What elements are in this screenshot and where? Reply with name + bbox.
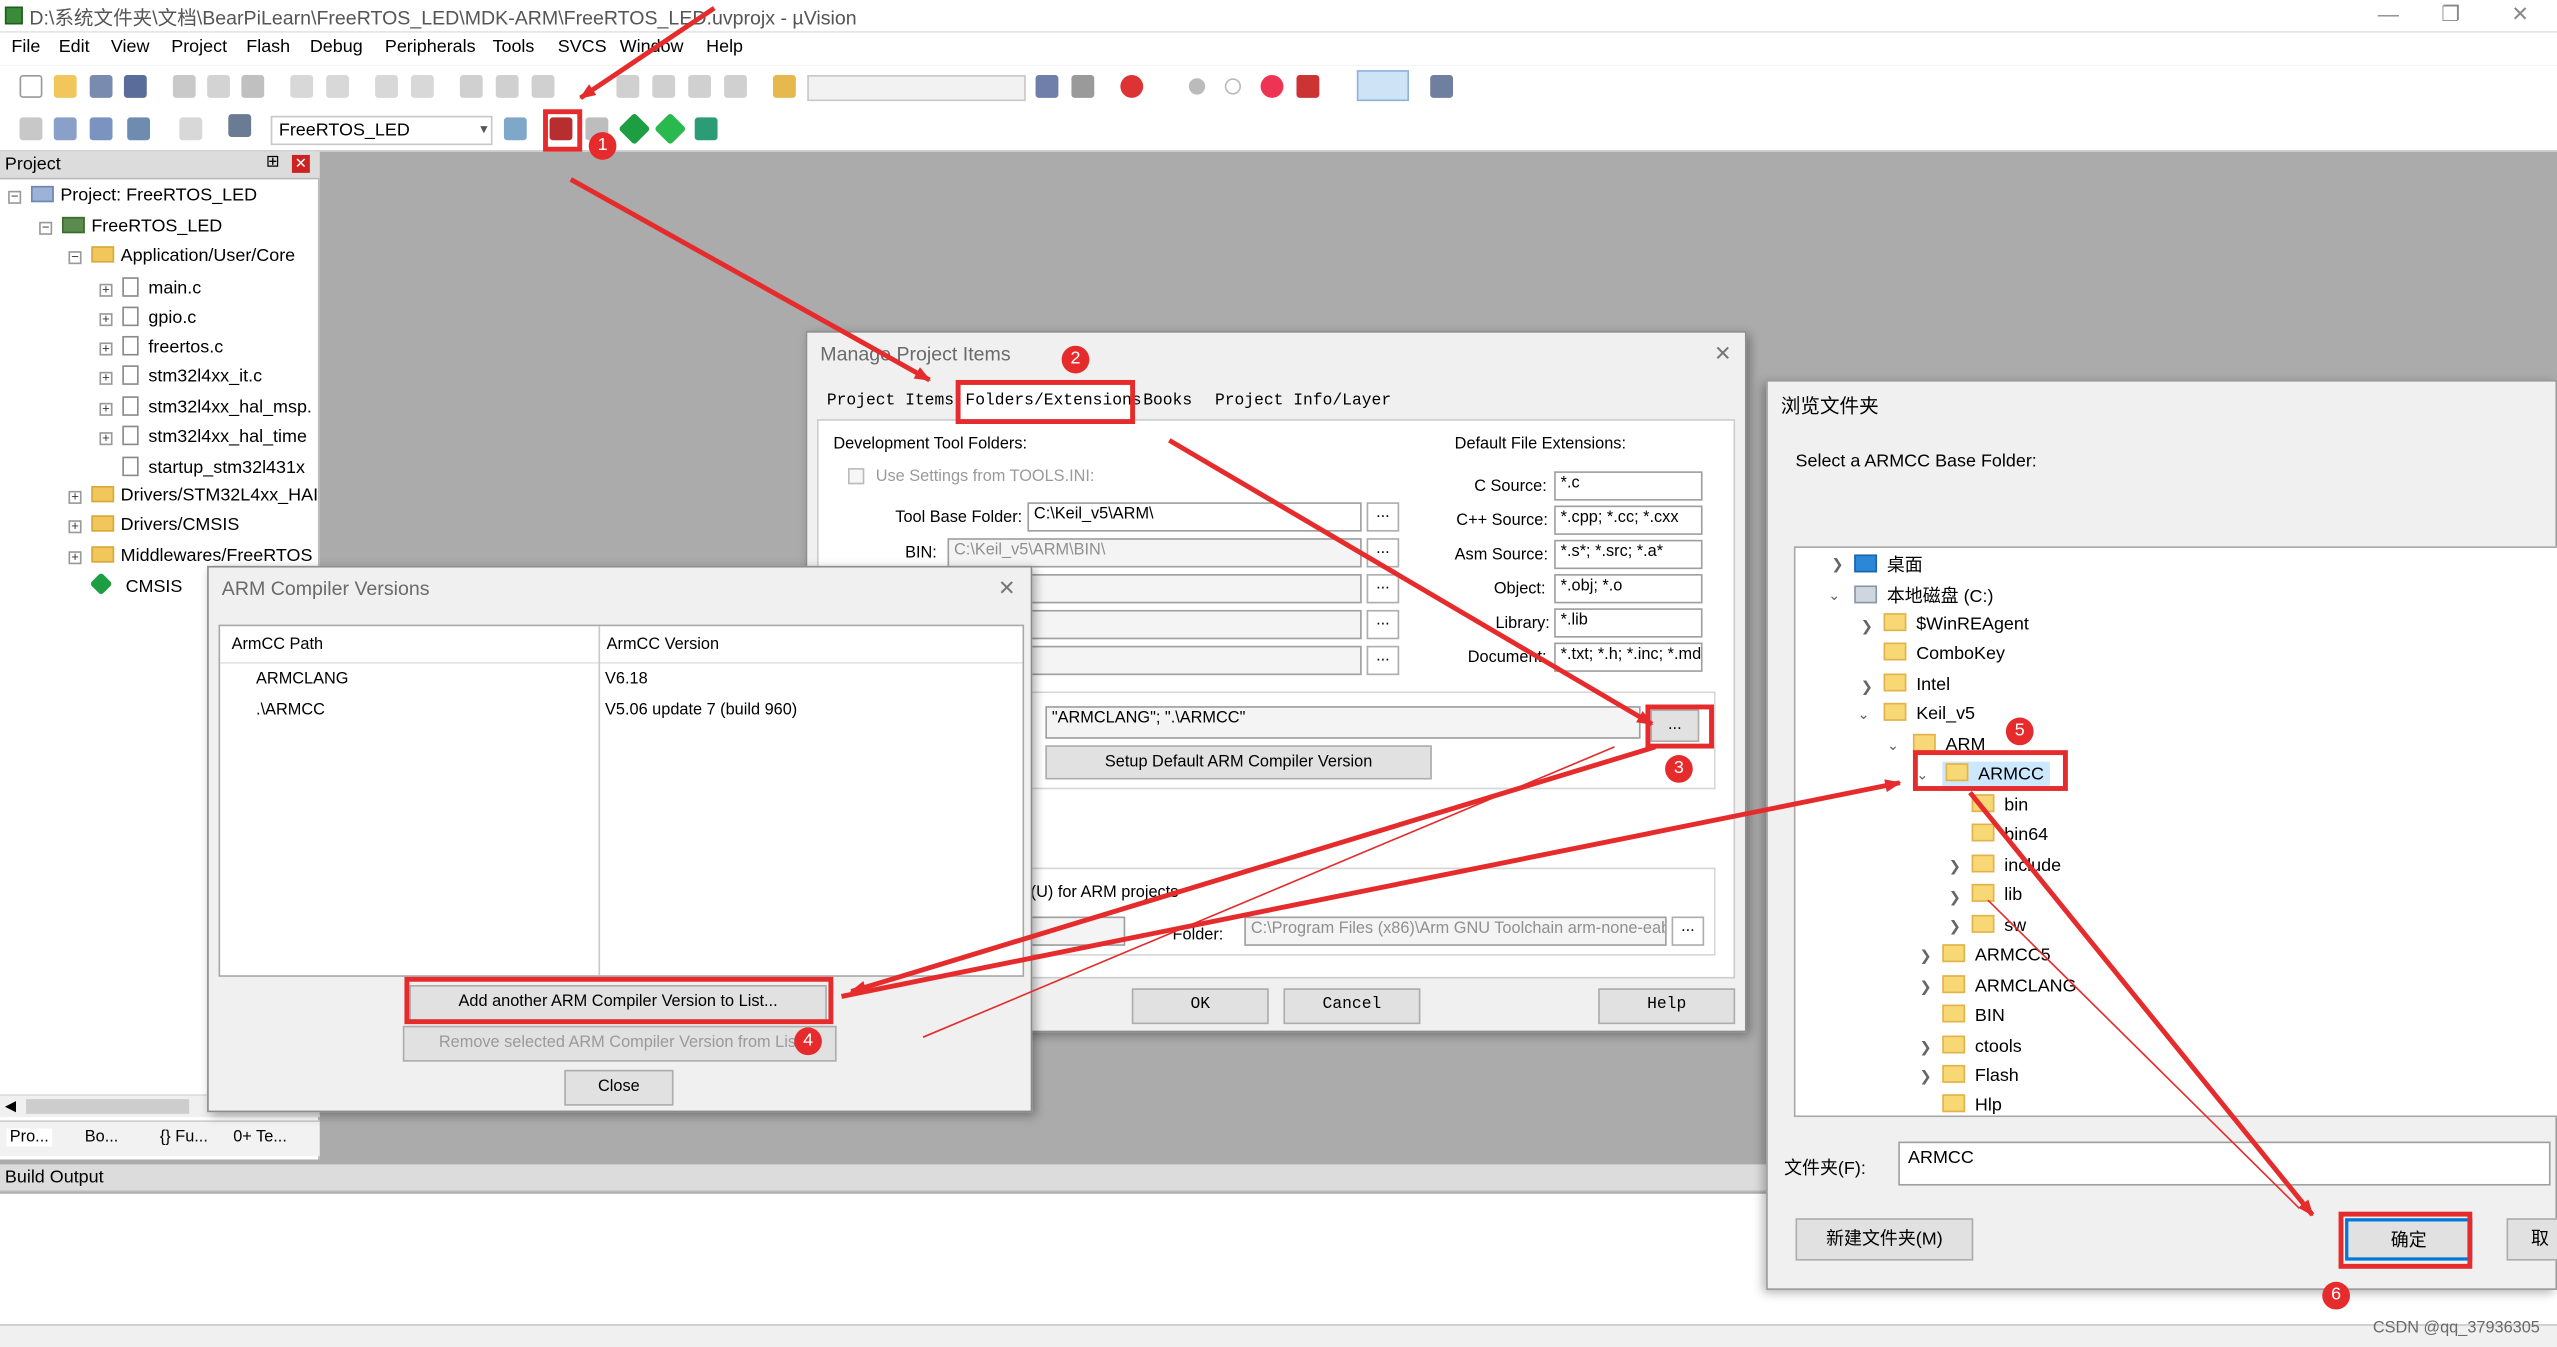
step-badge-5: 5 <box>2005 717 2034 746</box>
annotation-arrows <box>569 6 2315 1217</box>
arrow-to-folders-tab <box>569 177 931 383</box>
arrow-to-add-button <box>849 744 1656 994</box>
highlight-armcc-item <box>1912 750 2068 791</box>
watermark: CSDN @qq_37936305 <box>2372 1319 2540 1338</box>
highlight-manage-icon <box>543 109 583 152</box>
step-badge-3: 3 <box>1665 755 1693 783</box>
guide-line-thin <box>922 746 1615 1038</box>
highlight-compiler-browse <box>1645 704 1714 749</box>
arrow-to-manage-icon <box>579 6 716 100</box>
arrow-to-compiler-browse <box>1168 438 1654 727</box>
step-badge-4: 4 <box>794 1027 822 1056</box>
highlight-folders-tab <box>955 379 1136 425</box>
highlight-add-button <box>404 976 834 1025</box>
arrow-to-armcc-folder <box>841 779 1902 999</box>
arrow-to-confirm-button <box>1968 791 2315 1217</box>
step-badge-1: 1 <box>588 132 617 160</box>
step-badge-6: 6 <box>2322 1281 2350 1310</box>
highlight-confirm-button <box>2338 1211 2473 1269</box>
guide-line-thin <box>1987 899 2301 1210</box>
step-badge-2: 2 <box>1061 345 1090 374</box>
